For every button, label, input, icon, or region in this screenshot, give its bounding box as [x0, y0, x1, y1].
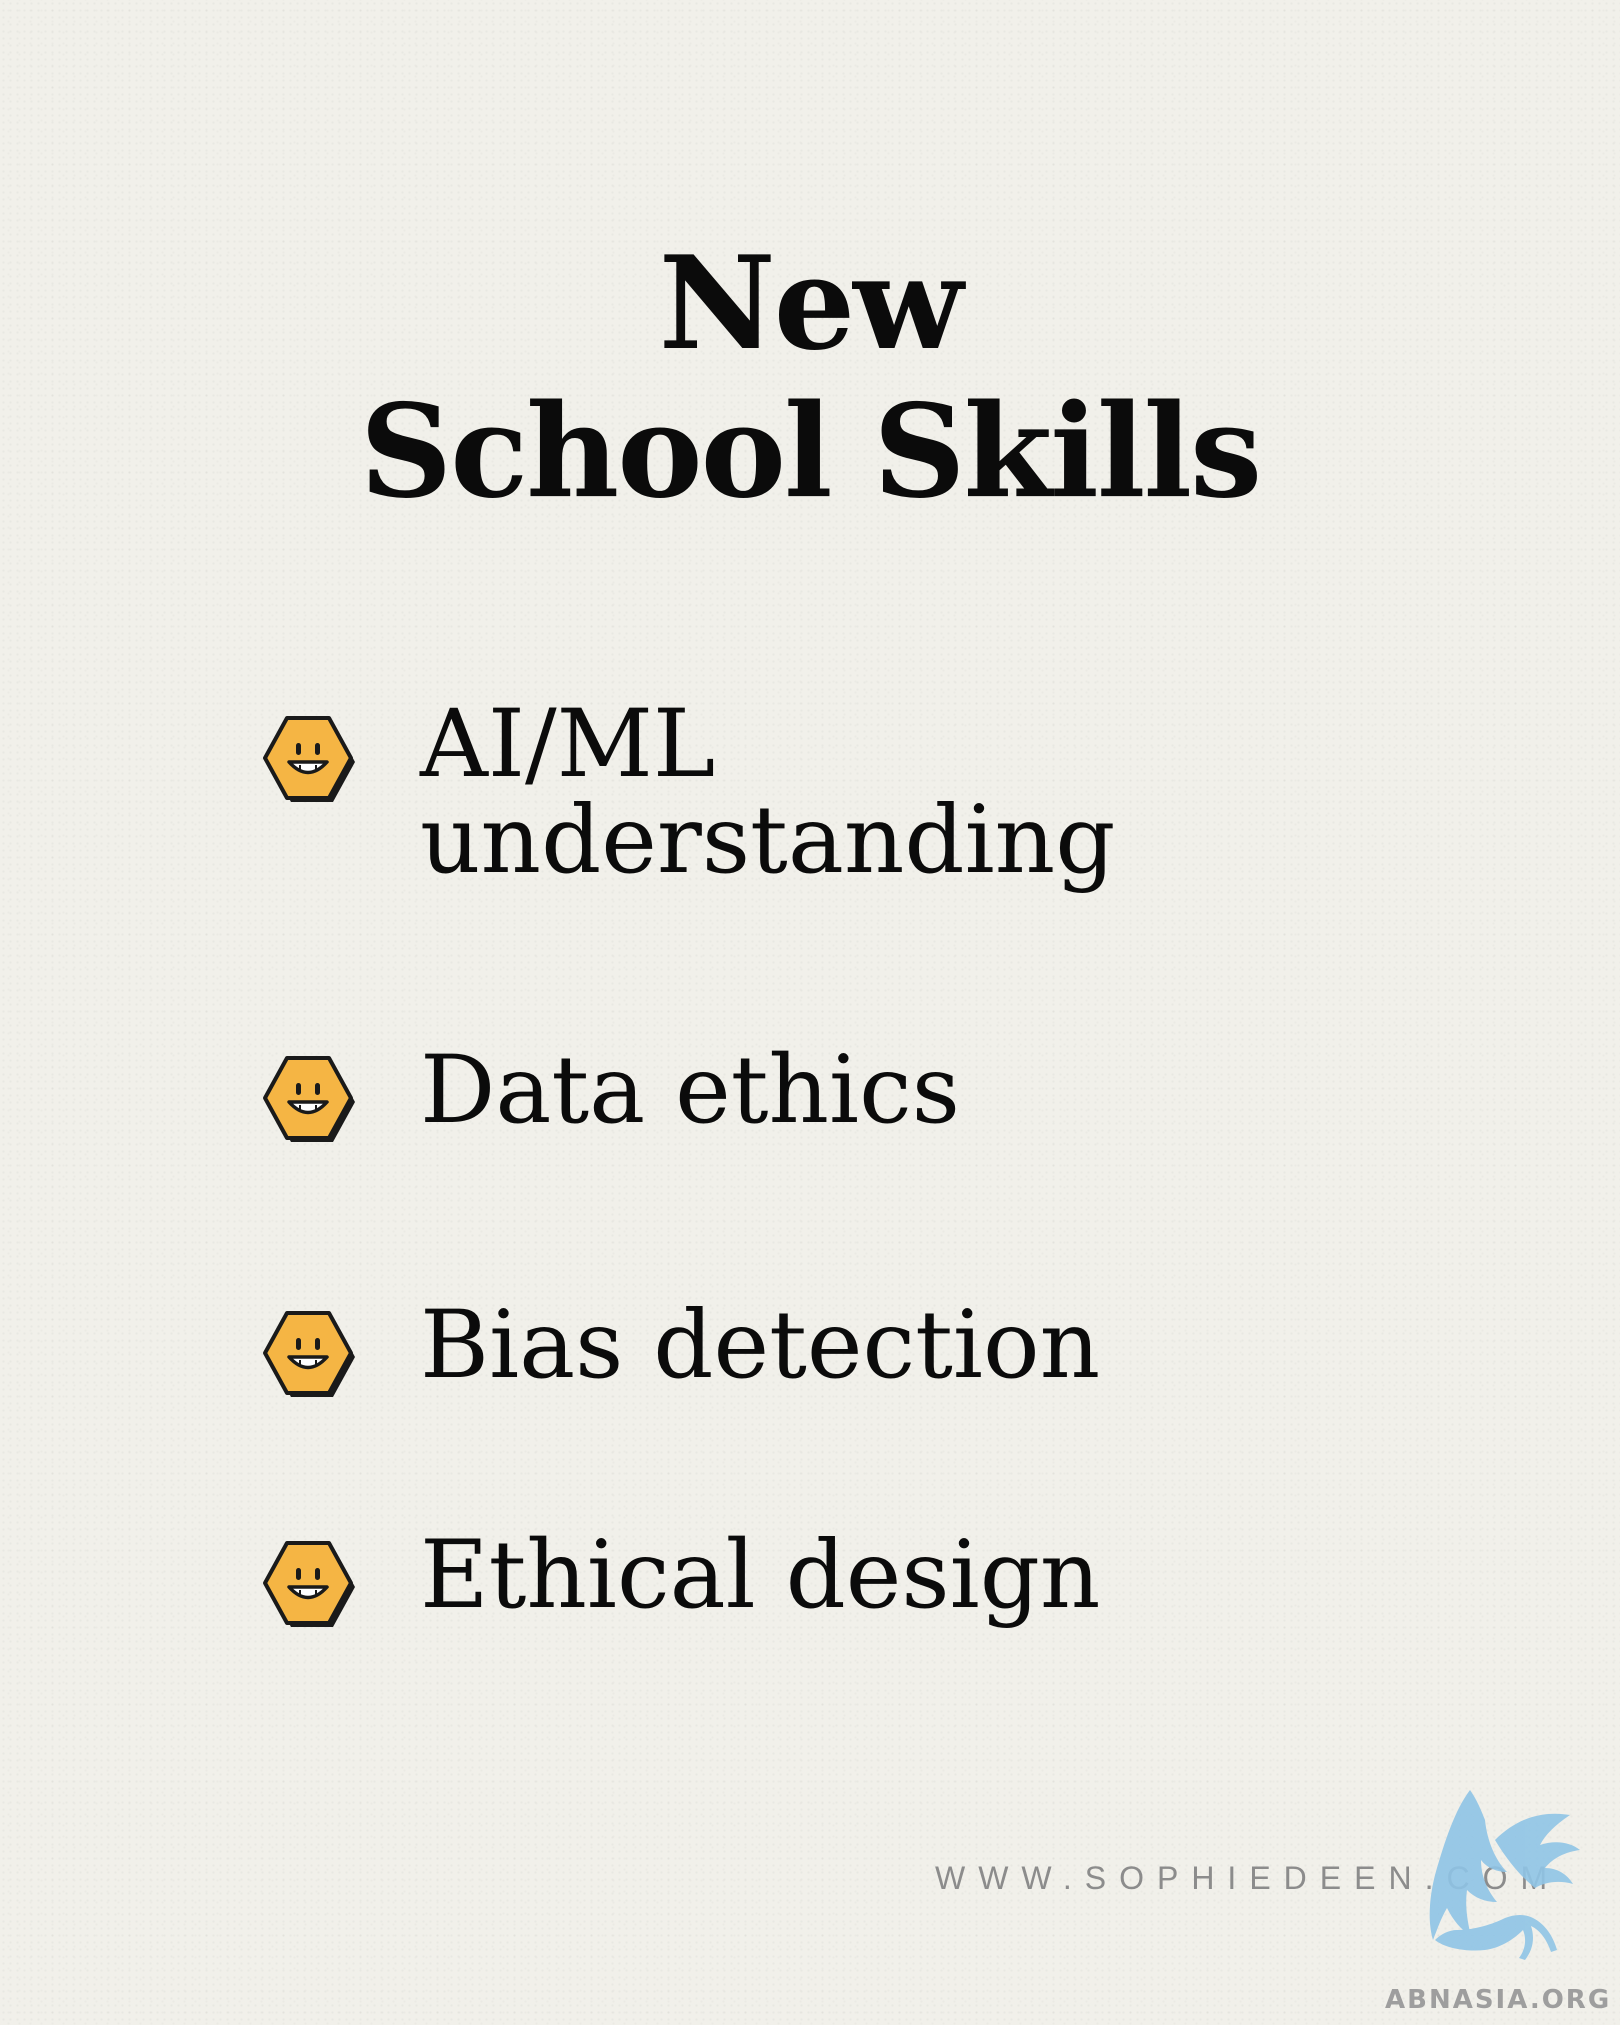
- skill-label: Data ethics: [420, 1043, 1320, 1139]
- hexagon-smiley-icon: [263, 716, 355, 802]
- watermark-text: ABNASIA.ORG: [1385, 1985, 1612, 2015]
- title-line-2: School Skills: [359, 377, 1262, 527]
- skill-item-ai-ml: AI/ML understanding: [262, 697, 1115, 889]
- hexagon-smiley-icon: [263, 1311, 355, 1397]
- skill-label: AI/ML understanding: [420, 697, 1320, 889]
- skill-label-line-1: Bias detection: [420, 1291, 1101, 1400]
- skill-item-bias-detection: Bias detection: [262, 1298, 1100, 1400]
- skill-label: Bias detection: [420, 1298, 1320, 1394]
- skill-label: Ethical design: [420, 1528, 1320, 1624]
- page-title: New School Skills: [0, 230, 1620, 526]
- hexagon-smiley-icon: [263, 1541, 355, 1627]
- skill-label-line-1: Ethical design: [420, 1521, 1101, 1630]
- skill-item-ethical-design: Ethical design: [262, 1528, 1100, 1630]
- skill-label-line-2: understanding: [420, 786, 1116, 895]
- skill-item-data-ethics: Data ethics: [262, 1043, 960, 1145]
- griffin-logo-icon: [1429, 1790, 1580, 1960]
- page: New School Skills AI/ML understanding Da…: [0, 0, 1620, 2025]
- title-line-1: New: [658, 229, 964, 379]
- skill-label-line-1: Data ethics: [420, 1036, 960, 1145]
- hexagon-smiley-icon: [263, 1056, 355, 1142]
- skill-label-line-1: AI/ML: [420, 690, 716, 799]
